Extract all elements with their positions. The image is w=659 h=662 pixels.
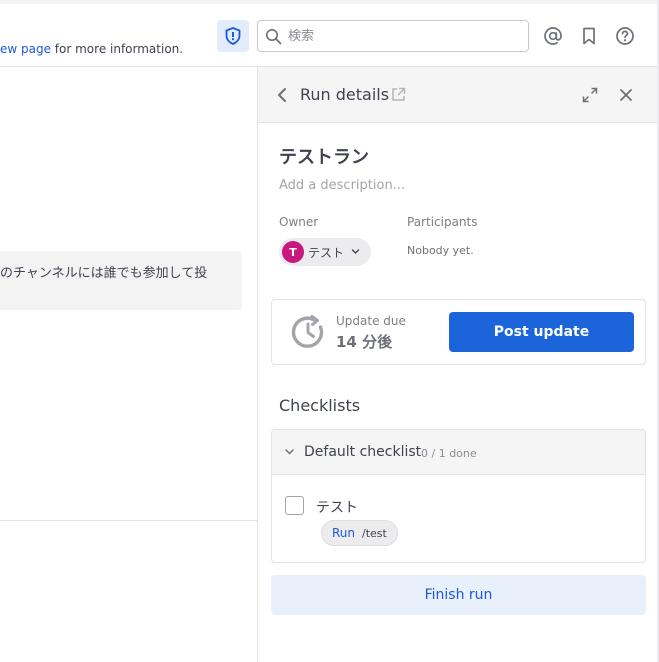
checklist-progress: 0 / 1 done [421,447,477,460]
at-mention-icon [544,27,562,45]
search-input[interactable] [288,26,518,46]
channel-divider [0,520,257,521]
checklist-item-label: テスト [316,500,358,516]
status-update-card: Update due 14 分後 Post update [271,299,646,365]
panel-title: Run details [300,85,390,104]
channel-intro-message: のチャンネルには誰でも参加して投 [0,251,242,310]
finish-run-button[interactable]: Finish run [271,575,646,615]
mentions-button[interactable] [541,24,565,48]
external-link-icon[interactable] [391,87,406,102]
owner-label: Owner [279,215,319,229]
command-text: /test [362,527,387,540]
run-description-input[interactable]: Add a description... [279,178,405,193]
slash-command-chip[interactable]: Run /test [321,520,398,546]
close-button[interactable] [614,83,638,107]
chevron-down-icon [285,449,294,455]
header-top-strip [0,0,659,4]
channel-intro-text: のチャンネルには誰でも参加して投 [0,266,208,281]
run-name[interactable]: テストラン [279,143,369,169]
update-due-label: Update due [336,314,406,328]
chevron-left-icon [278,88,286,102]
saved-button[interactable] [577,24,601,48]
owner-name: テスト [308,246,345,260]
update-due-value: 14 分後 [336,333,393,351]
run-details-panel: Run details テストラン Add a description... O… [257,67,658,662]
checklist-name: Default checklist [304,444,422,460]
view-page-link[interactable]: ew page [0,42,51,56]
checklist-header[interactable]: Default checklist 0 / 1 done [272,430,645,475]
shield-button[interactable] [217,20,249,52]
owner-selector[interactable]: T テスト [279,238,371,266]
clock-icon [291,315,324,348]
checklists-heading: Checklists [279,396,361,415]
help-button[interactable] [613,24,637,48]
participants-value: Nobody yet. [407,244,474,257]
info-suffix: for more information. [50,42,184,56]
checklist-card: Default checklist 0 / 1 done テスト Run /te… [271,429,646,563]
search-icon [266,29,282,45]
panel-header: Run details [258,67,658,123]
owner-avatar: T [282,241,304,263]
expand-icon [582,87,598,103]
participants-label: Participants [407,215,478,229]
help-icon [616,27,634,45]
global-header: ew page for more information. [0,0,659,67]
close-icon [620,89,632,101]
bookmark-icon [583,27,595,45]
back-button[interactable] [270,83,294,107]
run-command-link[interactable]: Run [332,526,355,540]
post-update-button[interactable]: Post update [449,312,634,352]
chevron-down-icon [351,249,360,254]
expand-button[interactable] [578,83,602,107]
shield-icon [225,27,241,45]
checklist-item-checkbox[interactable] [285,496,304,515]
channel-info-text: ew page for more information. [0,42,183,56]
search-box[interactable] [257,20,529,52]
